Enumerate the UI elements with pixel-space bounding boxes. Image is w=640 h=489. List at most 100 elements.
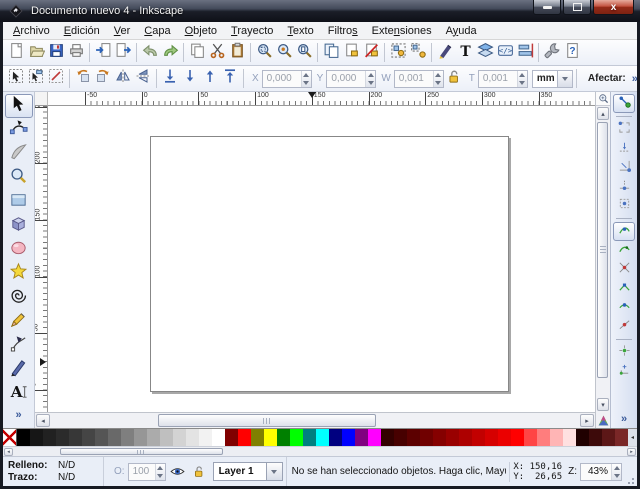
- palette-swatch[interactable]: [69, 429, 82, 446]
- color-managed-display-toggle[interactable]: [596, 412, 610, 428]
- select-all-in-all-layers-button[interactable]: [26, 67, 46, 91]
- spin-down[interactable]: [434, 79, 443, 87]
- canvas[interactable]: [48, 106, 595, 412]
- snap-rotation-centers-button[interactable]: [613, 362, 635, 381]
- maximize-button[interactable]: [563, 0, 591, 15]
- selector-tool[interactable]: [5, 94, 33, 118]
- vertical-ruler[interactable]: 050100150200250: [35, 106, 48, 412]
- palette-swatch[interactable]: [355, 429, 368, 446]
- palette-swatch[interactable]: [82, 429, 95, 446]
- spiral-tool[interactable]: [5, 286, 33, 310]
- palette-swatch[interactable]: [498, 429, 511, 446]
- palette-swatch[interactable]: [121, 429, 134, 446]
- spin-up[interactable]: [518, 71, 527, 79]
- t-spinbox[interactable]: 0,001: [478, 70, 528, 88]
- palette-swatch[interactable]: [342, 429, 355, 446]
- close-button[interactable]: x: [593, 0, 634, 15]
- document-page[interactable]: [150, 136, 509, 392]
- spin-down[interactable]: [302, 79, 311, 87]
- menu-capa[interactable]: Capa: [137, 23, 177, 39]
- palette-swatch[interactable]: [563, 429, 576, 446]
- layers-dialog-button[interactable]: [475, 41, 495, 65]
- palette-swatch[interactable]: [368, 429, 381, 446]
- minimize-button[interactable]: [533, 0, 561, 15]
- vertical-scroll-track[interactable]: [596, 121, 610, 397]
- palette-scrollbar[interactable]: ◂ ▸: [3, 446, 637, 456]
- palette-swatch[interactable]: [17, 429, 30, 446]
- x-spinbox[interactable]: 0,000: [262, 70, 312, 88]
- palette-swatch[interactable]: [134, 429, 147, 446]
- snap-nodes-button[interactable]: [613, 222, 635, 241]
- palette-swatch[interactable]: [56, 429, 69, 446]
- raise-to-top-button[interactable]: [220, 67, 240, 91]
- ellipse-tool[interactable]: [5, 238, 33, 262]
- menu-objeto[interactable]: Objeto: [178, 23, 224, 39]
- palette-swatch[interactable]: [615, 429, 628, 446]
- horizontal-scrollbar[interactable]: ◂ ▸: [35, 412, 595, 428]
- raise-button[interactable]: [200, 67, 220, 91]
- palette-swatch[interactable]: [264, 429, 277, 446]
- ruler-units-button[interactable]: [596, 92, 610, 106]
- xml-editor-button[interactable]: </>: [495, 41, 515, 65]
- spin-up[interactable]: [434, 71, 443, 79]
- new-document-button[interactable]: [6, 41, 26, 65]
- snap-bbox-button[interactable]: [613, 120, 635, 139]
- text-dialog-button[interactable]: T: [455, 41, 475, 65]
- palette-swatch[interactable]: [550, 429, 563, 446]
- palette-swatch[interactable]: [329, 429, 342, 446]
- palette-swatch-none[interactable]: [3, 429, 17, 446]
- menu-ayuda[interactable]: Ayuda: [439, 23, 484, 39]
- save-document-button[interactable]: [46, 41, 66, 65]
- group-button[interactable]: [388, 41, 408, 65]
- current-layer-name[interactable]: Layer 1: [213, 462, 267, 481]
- zoom-spinbox[interactable]: 43%: [580, 463, 622, 481]
- unit-dropdown-button[interactable]: [558, 70, 573, 88]
- snapbar-overflow-chevron[interactable]: »: [621, 413, 627, 425]
- unit-selector[interactable]: mm: [532, 70, 573, 88]
- palette-swatch[interactable]: [199, 429, 212, 446]
- horizontal-scroll-thumb[interactable]: [158, 414, 376, 427]
- ungroup-button[interactable]: [408, 41, 428, 65]
- undo-button[interactable]: [140, 41, 160, 65]
- palette-swatch[interactable]: [511, 429, 524, 446]
- w-spinbox[interactable]: 0,001: [394, 70, 444, 88]
- palette-swatch[interactable]: [537, 429, 550, 446]
- palette-swatch[interactable]: [225, 429, 238, 446]
- snap-path-intersections-button[interactable]: [613, 260, 635, 279]
- open-document-button[interactable]: [26, 41, 46, 65]
- palette-swatch[interactable]: [394, 429, 407, 446]
- flip-vertical-button[interactable]: [133, 67, 153, 91]
- snap-bbox-edge-midpoints-button[interactable]: [613, 177, 635, 196]
- opacity-spinbox[interactable]: 100: [128, 463, 166, 481]
- palette-swatch[interactable]: [602, 429, 615, 446]
- box-3d-tool[interactable]: [5, 214, 33, 238]
- menu-extensiones[interactable]: Extensiones: [365, 23, 439, 39]
- layer-lock-toggle[interactable]: [190, 463, 208, 481]
- spin-arrows[interactable]: [301, 71, 311, 87]
- snap-smooth-nodes-button[interactable]: [613, 298, 635, 317]
- vertical-scroll-thumb[interactable]: [597, 122, 608, 378]
- document-properties-button[interactable]: ?: [562, 41, 582, 65]
- zoom-selection-button[interactable]: [254, 41, 274, 65]
- lower-button[interactable]: [180, 67, 200, 91]
- horizontal-ruler[interactable]: -50050100150200250300350: [48, 92, 595, 106]
- unlink-clone-button[interactable]: [361, 41, 381, 65]
- palette-swatch[interactable]: [589, 429, 602, 446]
- bezier-pen-tool[interactable]: [5, 334, 33, 358]
- palette-swatch[interactable]: [251, 429, 264, 446]
- palette-swatch[interactable]: [485, 429, 498, 446]
- fill-stroke-indicator[interactable]: Relleno: N/D Trazo: N/D: [5, 460, 100, 484]
- redo-button[interactable]: [160, 41, 180, 65]
- spin-arrows[interactable]: [365, 71, 375, 87]
- scroll-down-arrow[interactable]: ▾: [597, 398, 609, 411]
- scroll-left-arrow[interactable]: ◂: [36, 414, 50, 427]
- menu-ver[interactable]: Ver: [107, 23, 138, 39]
- export-button[interactable]: [113, 41, 133, 65]
- preferences-button[interactable]: [542, 41, 562, 65]
- palette-swatch[interactable]: [472, 429, 485, 446]
- zoom-drawing-button[interactable]: [274, 41, 294, 65]
- create-clone-button[interactable]: [341, 41, 361, 65]
- palette-swatch[interactable]: [238, 429, 251, 446]
- palette-next-arrow[interactable]: ◂: [628, 429, 637, 446]
- palette-swatch[interactable]: [459, 429, 472, 446]
